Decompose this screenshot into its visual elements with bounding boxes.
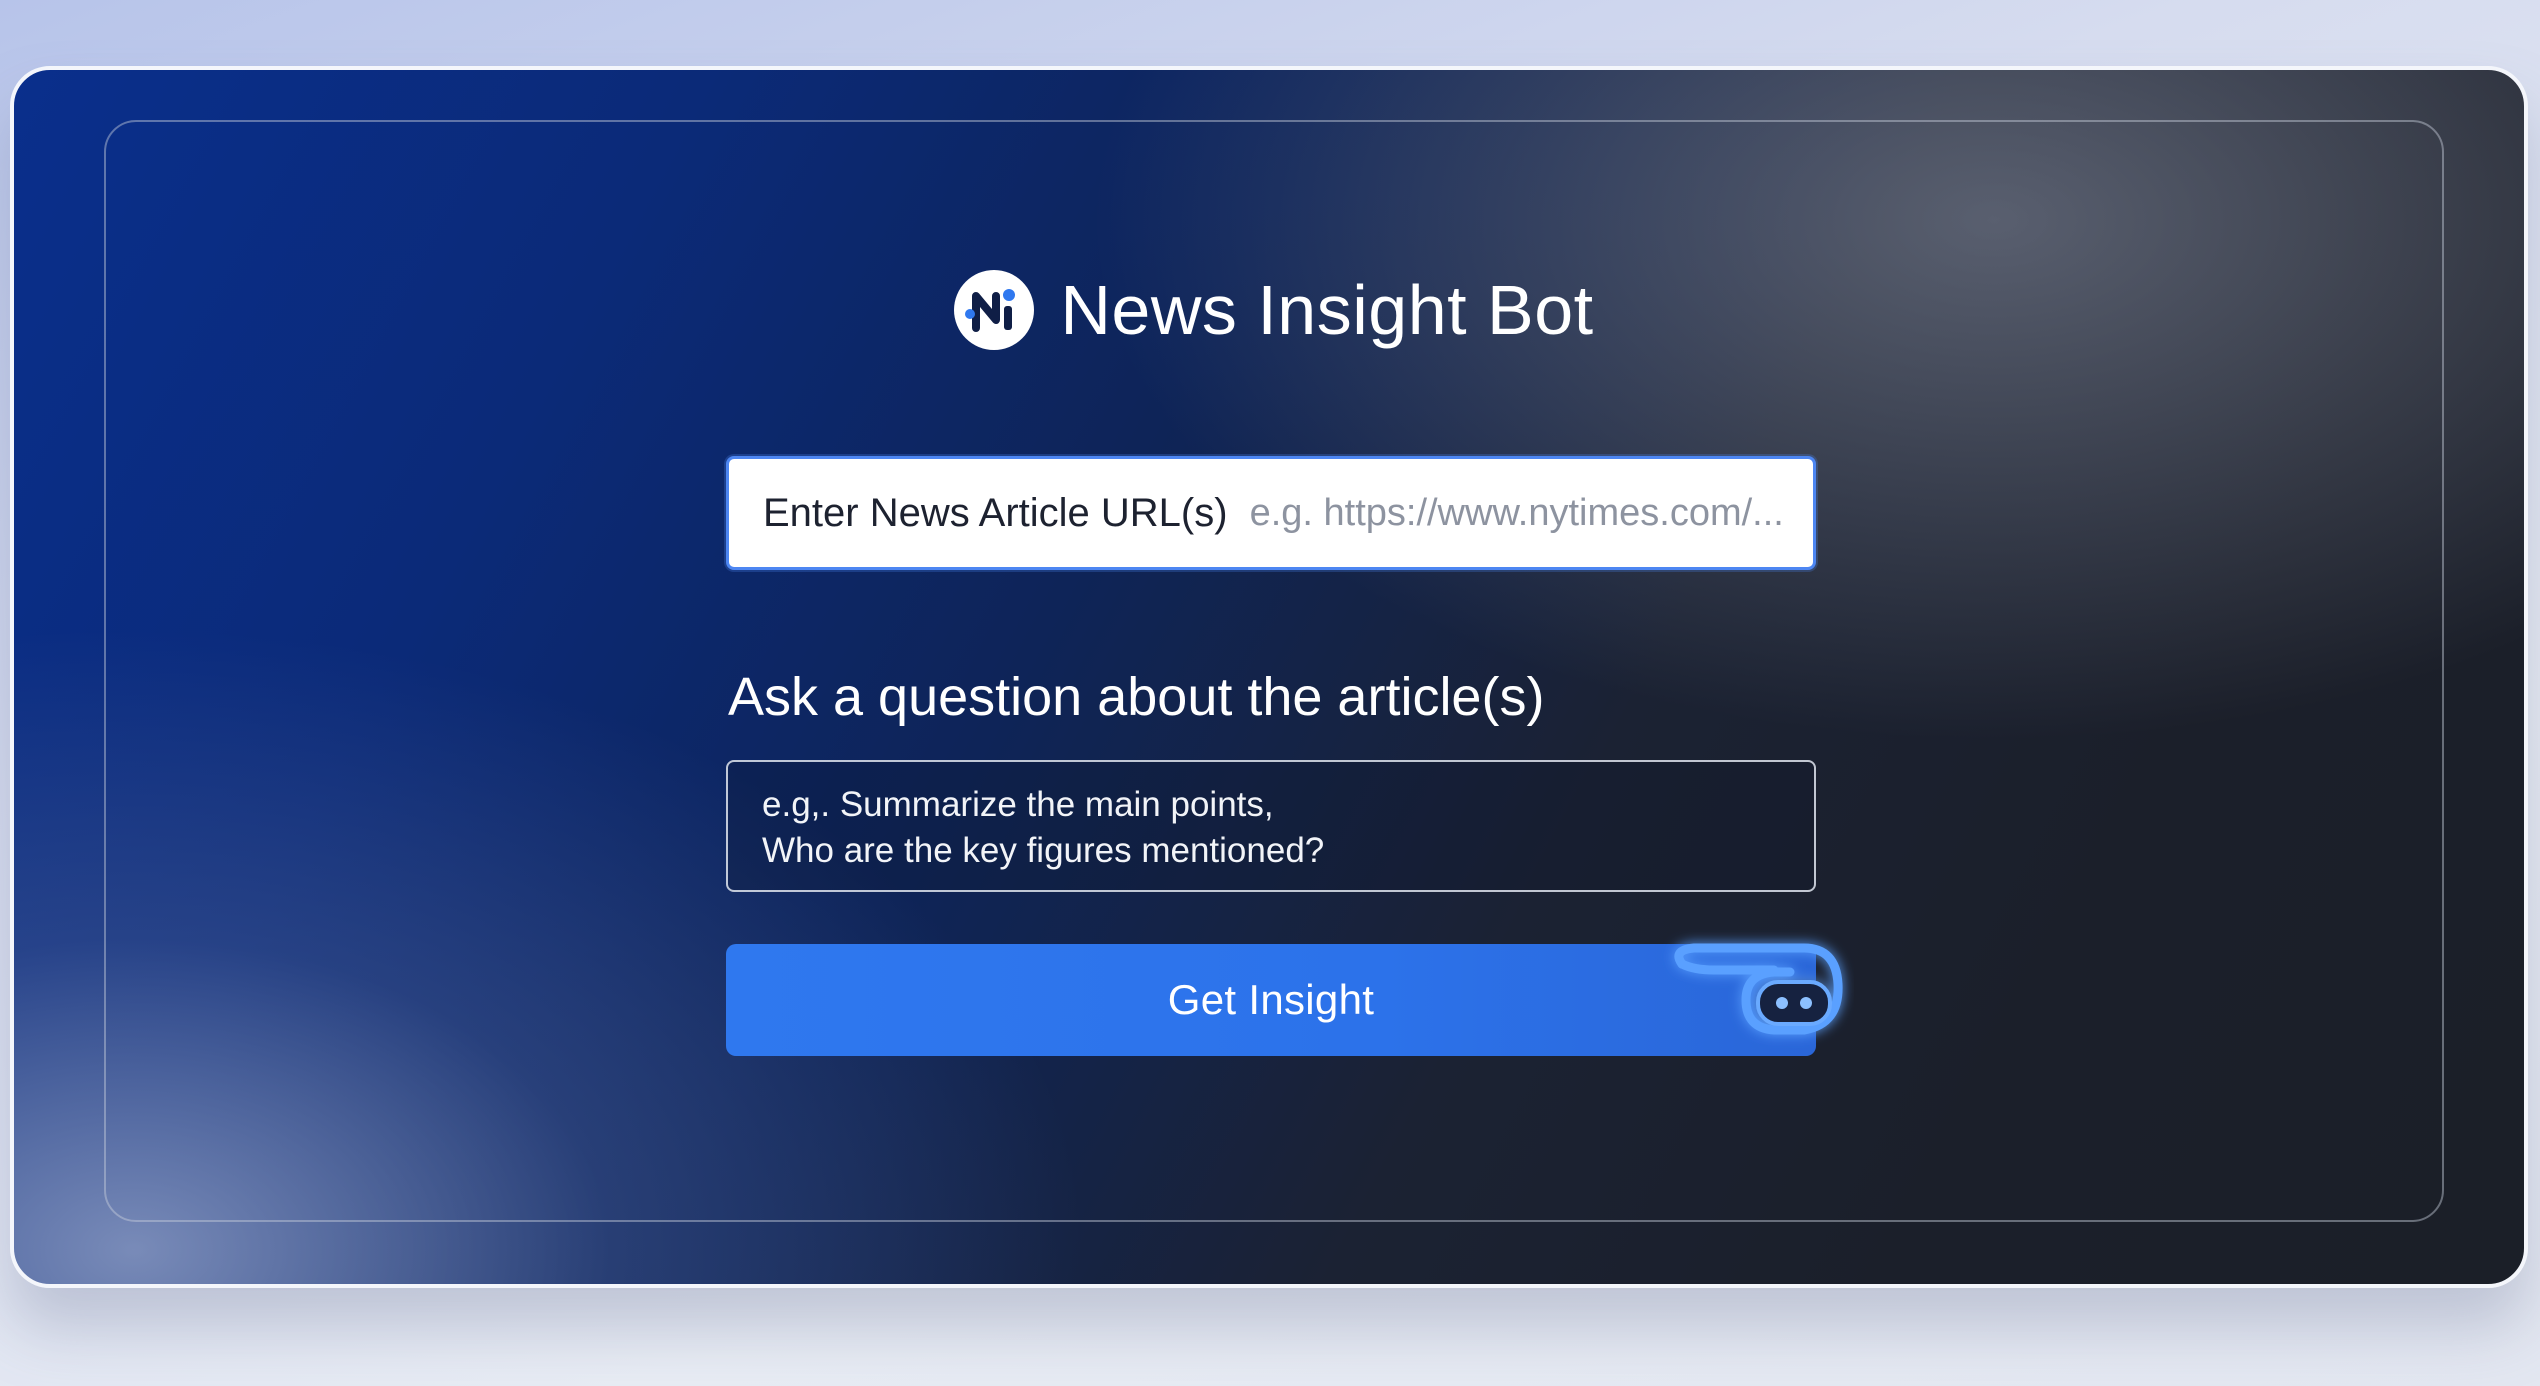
question-placeholder-line: Who are the key figures mentioned? [762,831,1325,870]
url-field-label: Enter News Article URL(s) [763,490,1228,535]
app-title: News Insight Bot [1060,271,1594,349]
get-insight-label: Get Insight [1167,976,1375,1023]
question-input[interactable]: e.g,. Summarize the main points, Who are… [726,760,1816,892]
robot-icon[interactable] [1654,926,1854,1076]
get-insight-button[interactable]: Get Insight [726,944,1816,1056]
ni-logo-icon [954,270,1035,350]
question-placeholder-line: e.g,. Summarize the main points, [762,785,1274,824]
question-heading: Ask a question about the article(s) [728,667,1545,727]
url-input[interactable] [1249,491,1810,535]
app-header: News Insight Bot [106,270,2442,350]
url-field[interactable]: Enter News Article URL(s) [726,456,1816,570]
app-window: News Insight Bot Enter News Article URL(… [10,66,2528,1288]
